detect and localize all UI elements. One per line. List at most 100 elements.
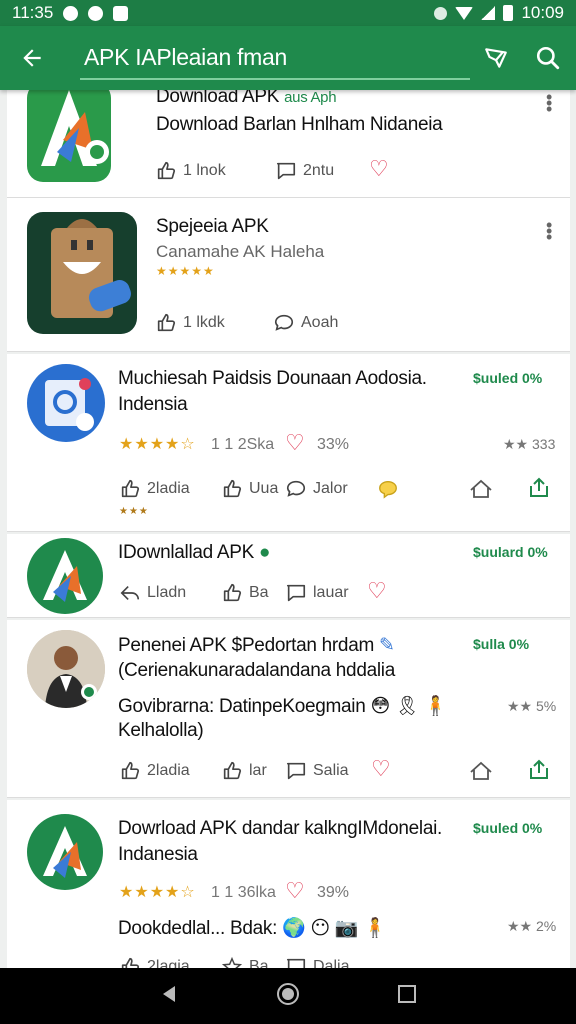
list-item[interactable]: IDownlallad APK ● $uulard 0% Lladn Ba la… — [7, 534, 570, 618]
system-nav-bar — [0, 968, 576, 1024]
card-subtitle: Canamahe AK Haleha — [156, 242, 325, 261]
rating-stars: ★★★★☆ — [119, 436, 196, 453]
comment-action[interactable]: Dalia — [285, 956, 349, 968]
thumb-up-icon — [157, 313, 176, 332]
like-count: 1 lkdk — [183, 314, 225, 331]
nav-home-button[interactable] — [276, 982, 300, 1011]
card-line3: Dookdedlal... Bdak: 🌍 😶 📷 🧍 — [118, 918, 387, 939]
heart-percent: 39% — [317, 884, 350, 901]
back-button[interactable] — [0, 26, 64, 90]
card-title[interactable]: IDownlallad APK ● — [118, 542, 270, 564]
home-action[interactable] — [469, 478, 493, 500]
like-count: 1 lnok — [183, 162, 226, 179]
comment-action[interactable]: Salia — [285, 760, 349, 782]
emoji-icons: 🌍 😶 📷 🧍 — [282, 918, 387, 939]
more-options-icon[interactable]: • • • — [546, 216, 552, 246]
search-button[interactable] — [528, 38, 568, 78]
status-clock-right: 10:09 — [521, 3, 564, 22]
chat-icon — [379, 480, 397, 499]
search-icon — [536, 46, 560, 70]
list-item[interactable]: Download APK aus Aph Download Barlan Hnl… — [7, 90, 570, 198]
card-line2: (Cerienakunaradalandana hddalia — [118, 660, 395, 681]
action-label: Uua — [249, 480, 279, 497]
comment-bubble-icon — [274, 314, 294, 331]
comment-action[interactable]: Jalor — [285, 478, 348, 500]
rating-stars: ★★★★★ — [156, 264, 215, 278]
card-title[interactable]: Spejeeia APK — [156, 216, 269, 238]
heart-icon[interactable]: ♡ — [285, 430, 305, 456]
card-title[interactable]: Muchiesah Paidsis Dounaan Aodosia. — [118, 368, 427, 390]
status-badge: $uuled 0% — [473, 820, 543, 836]
apk-app-icon — [27, 90, 111, 182]
wifi-icon — [455, 6, 474, 20]
rating-stars: ★★★★☆ — [119, 884, 196, 901]
thumb-up-icon — [223, 761, 242, 780]
circle-home-icon — [276, 982, 299, 1005]
like-action[interactable]: Ba — [221, 956, 269, 968]
card-subtitle: Download Barlan Hnlham Nidaneia — [156, 114, 443, 135]
mascot-app-icon — [27, 212, 137, 334]
card-title-suffix: aus Aph — [284, 90, 337, 106]
emoji-icons: 😳 🎗 🧍 — [370, 696, 448, 717]
card-line3: Govibrarna: DatinpeKoegmain 😳 🎗 🧍 — [118, 696, 448, 717]
back-arrow-icon — [23, 49, 41, 67]
nav-back-button[interactable] — [159, 984, 179, 1009]
share-icon — [120, 585, 140, 601]
heart-icon[interactable]: ♡ — [285, 878, 305, 904]
heart-icon[interactable]: ♡ — [371, 756, 391, 782]
comment-button[interactable]: Aoah — [273, 312, 338, 334]
comment-bubble-icon — [286, 480, 306, 497]
more-options-icon[interactable]: • • • — [546, 90, 552, 118]
heart-percent: 33% — [317, 436, 350, 453]
like-action[interactable]: Uua — [221, 478, 278, 500]
action-label: Jalor — [313, 480, 348, 497]
card-title-mid: $Pedortan hrdam — [231, 635, 375, 656]
like-button[interactable]: 1 lnok — [155, 160, 226, 182]
rating-count: 1 1 2Ska — [211, 436, 275, 453]
heart-icon[interactable]: ♡ — [369, 156, 389, 182]
thumb-up-icon — [223, 479, 242, 498]
triangle-back-icon — [162, 985, 175, 1002]
share-action[interactable]: Lladn — [119, 582, 186, 604]
share-action[interactable]: 2lagia — [119, 956, 190, 968]
list-item[interactable]: Muchiesah Paidsis Dounaan Aodosia. Inden… — [7, 354, 570, 532]
home-action[interactable] — [469, 760, 493, 782]
heart-icon[interactable]: ♡ — [367, 578, 387, 604]
like-action[interactable]: Ba — [221, 582, 269, 604]
feed-list[interactable]: Download APK aus Aph Download Barlan Hnl… — [0, 90, 576, 968]
upload-action[interactable] — [527, 476, 551, 500]
card-title[interactable]: Dowrload APK dandar kalkngIMdonelai. — [118, 818, 442, 840]
share-action[interactable]: 2ladia — [119, 760, 190, 782]
action-label: lar — [249, 762, 267, 779]
like-button[interactable]: 1 lkdk — [155, 312, 225, 334]
thumb-up-icon — [121, 479, 140, 498]
comment-action[interactable]: lauar — [285, 582, 349, 604]
upload-action[interactable] — [527, 758, 551, 782]
verified-icon: ● — [258, 542, 271, 563]
list-item[interactable]: Penenei APK $Pedortan hrdam ✎ $ulla 0% (… — [7, 620, 570, 798]
search-title[interactable]: APK IAPleaian fman — [80, 36, 470, 80]
star-icon — [221, 956, 243, 968]
app-notification-icon — [113, 5, 129, 21]
chat-action[interactable] — [377, 478, 399, 500]
comment-icon — [286, 762, 306, 780]
comment-button[interactable]: 2ntu — [275, 160, 334, 182]
battery-icon — [503, 5, 514, 21]
action-label: 2lagia — [147, 958, 190, 968]
share-button[interactable] — [476, 38, 516, 78]
status-badge: $ulla 0% — [473, 636, 530, 652]
like-action[interactable]: lar — [221, 760, 267, 782]
comment-icon — [276, 162, 296, 180]
card-title-line2: Indanesia — [118, 844, 198, 865]
apk-app-icon — [27, 538, 103, 614]
home-icon — [470, 479, 492, 498]
card-title[interactable]: Penenei APK $Pedortan hrdam ✎ — [118, 634, 395, 657]
card-line4: Kelhalolla) — [118, 720, 204, 741]
list-item[interactable]: Dowrload APK dandar kalkngIMdonelai. Ind… — [7, 800, 570, 968]
card-title-line2: Indensia — [118, 394, 188, 415]
nav-recents-button[interactable] — [397, 984, 417, 1009]
list-item[interactable]: Spejeeia APK Canamahe AK Haleha ★★★★★ • •… — [7, 198, 570, 352]
card-title[interactable]: Download APK aus Aph — [156, 90, 337, 108]
action-label: Lladn — [147, 584, 187, 601]
share-action[interactable]: 2ladia — [119, 478, 190, 500]
